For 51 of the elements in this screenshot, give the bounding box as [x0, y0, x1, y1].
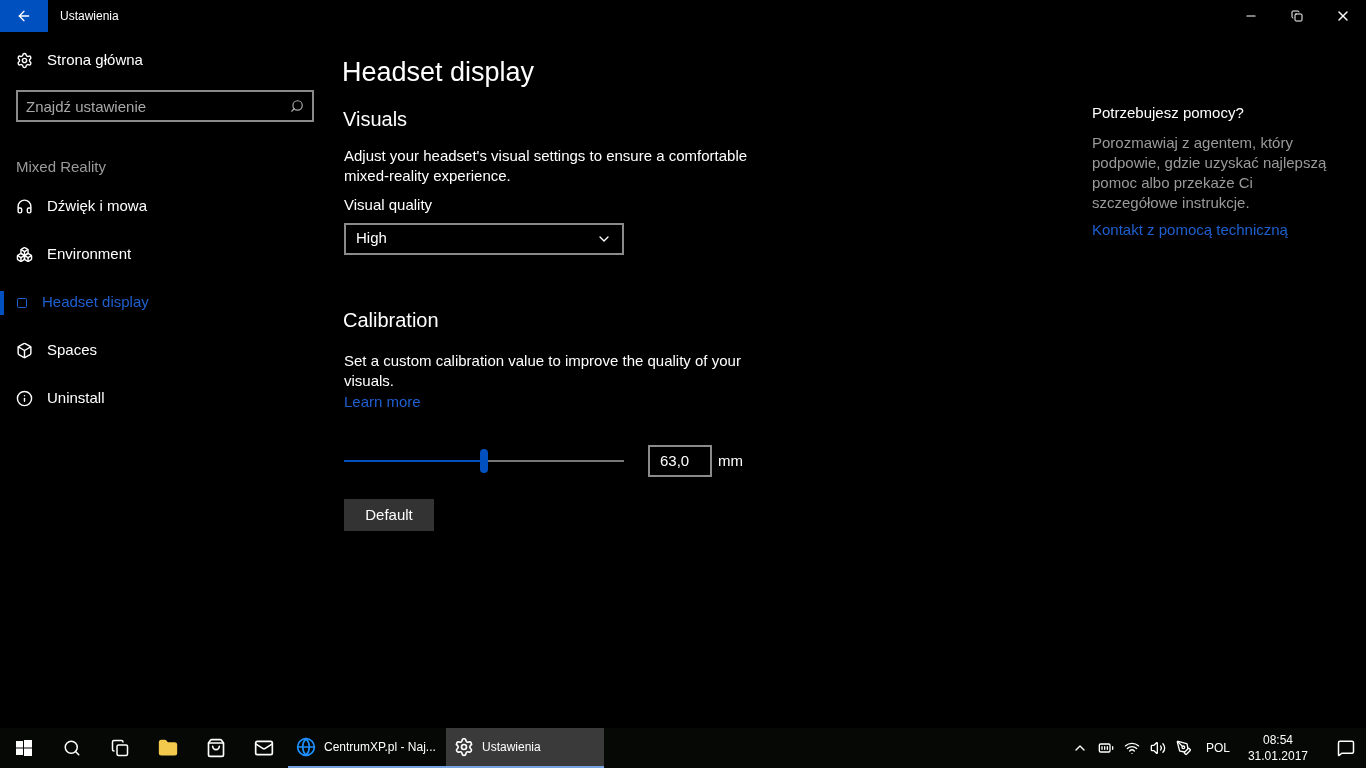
task-view-icon	[111, 739, 129, 757]
nav-item[interactable]: Uninstall	[0, 387, 121, 410]
nav-item[interactable]: Environment	[0, 243, 148, 266]
field-label: Visual quality	[344, 195, 433, 215]
windows-logo-icon	[16, 740, 32, 756]
description-text: Set a custom calibration value to improve the quality of your visuals.	[344, 350, 742, 391]
home-nav-item[interactable]: Strona główna	[0, 48, 330, 72]
nav-item[interactable]: Spaces	[0, 339, 114, 362]
default-button[interactable]: Default	[344, 499, 434, 531]
clock-date[interactable]: 31.01.2017	[1247, 748, 1308, 764]
search-field[interactable]: Znajdź ustawienie	[16, 90, 314, 122]
quality-dropdown[interactable]: High	[344, 222, 624, 255]
support-link[interactable]: Kontakt z pomocą techniczną	[1092, 218, 1340, 241]
nav-icon	[16, 246, 33, 263]
folder-icon	[158, 738, 178, 758]
clock-time[interactable]: 08:54	[1262, 732, 1293, 748]
settings-icon	[16, 51, 33, 69]
pen-icon[interactable]	[1175, 740, 1192, 756]
language-indicator[interactable]: POL	[1205, 739, 1230, 757]
slider-thumb[interactable]	[480, 449, 488, 473]
search-icon	[290, 99, 304, 113]
description-text: Adjust your headset's visual settings to ensure a comfortable mixed-reality experience.	[344, 146, 749, 186]
unit-label: mm	[718, 450, 743, 471]
window-title: Ustawienia	[60, 8, 119, 25]
value-field[interactable]: 63,0	[648, 445, 712, 477]
section-heading: Visuals	[343, 107, 408, 132]
nav-icon	[16, 198, 33, 215]
notification-icon	[1337, 739, 1355, 757]
volume-icon[interactable]	[1149, 740, 1166, 756]
learn-more-link[interactable]: Learn more	[344, 390, 421, 413]
help-text: Porozmawiaj z agentem, który podpowie, gdzie uzyskać najlepszą pomoc albo przekaże Ci szczegółowe instrukcje.	[1092, 132, 1328, 213]
shopping-bag-icon	[206, 738, 226, 758]
settings-icon	[454, 737, 474, 757]
nav-item[interactable]: Dźwięk i mowa	[0, 195, 164, 218]
mail-icon	[254, 738, 274, 758]
section-heading: Calibration	[343, 307, 439, 333]
help-heading: Potrzebujesz pomocy?	[1092, 103, 1245, 123]
section-label: Mixed Reality	[15, 157, 108, 177]
wifi-icon[interactable]	[1123, 740, 1140, 756]
back-icon	[16, 8, 32, 24]
nav-icon	[16, 342, 33, 359]
nav-icon	[16, 390, 33, 407]
nav-item[interactable]: Headset display	[0, 291, 165, 314]
restore-icon	[1291, 10, 1303, 22]
battery-icon[interactable]	[1097, 740, 1114, 756]
nav-icon	[16, 296, 28, 309]
page-title: Headset display	[342, 56, 535, 89]
search-icon	[63, 739, 81, 757]
taskbar-app[interactable]: Ustawienia	[446, 728, 604, 768]
back-button[interactable]	[0, 0, 48, 32]
globe-icon	[296, 737, 316, 757]
